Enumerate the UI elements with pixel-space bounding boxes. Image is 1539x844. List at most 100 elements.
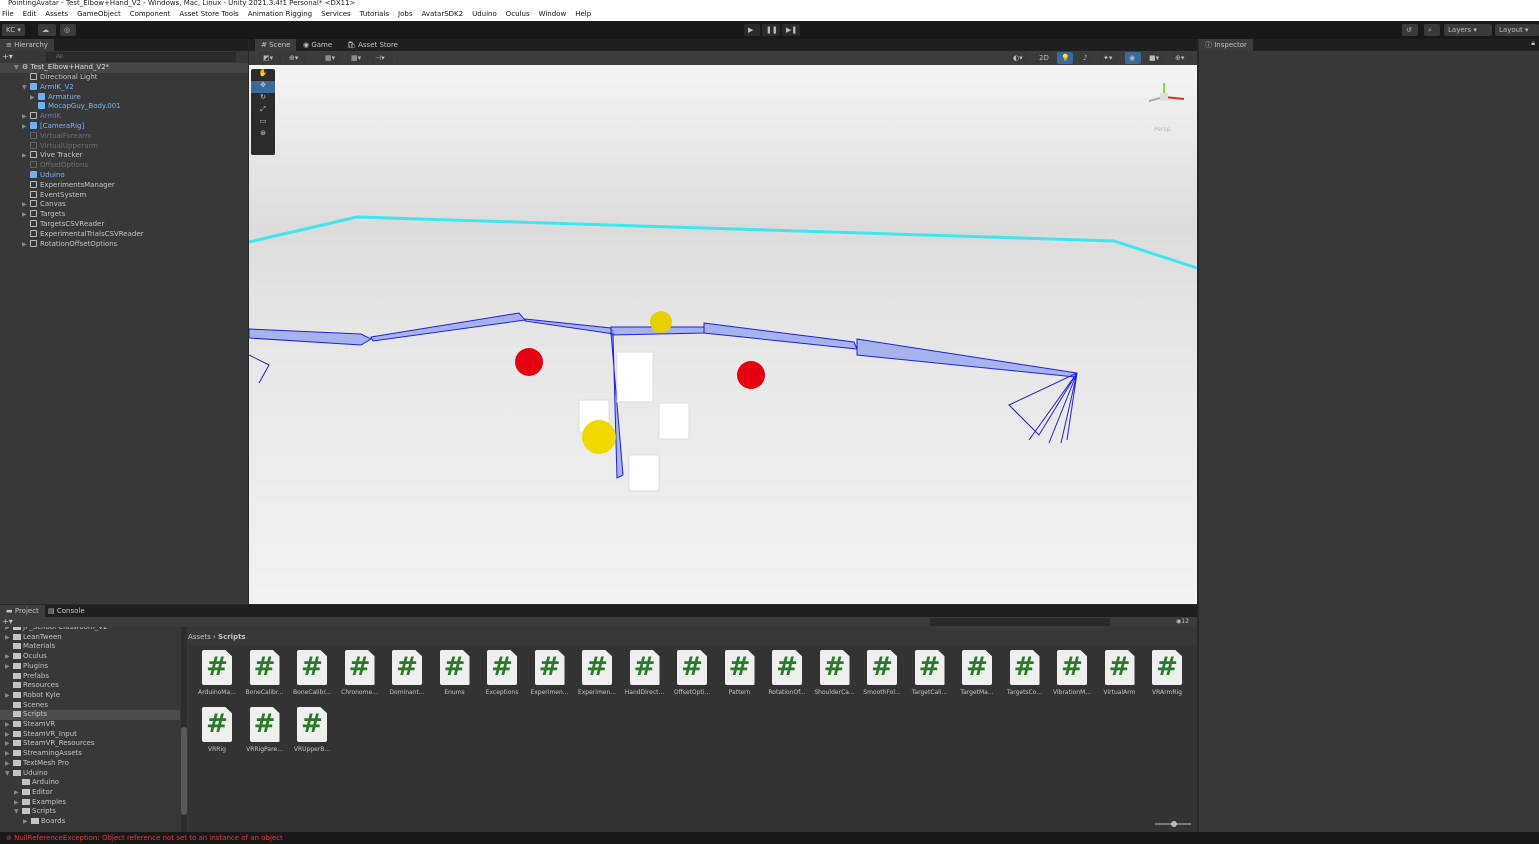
folder-item[interactable]: ▼ Uduino xyxy=(0,769,180,779)
menu-animation-rigging[interactable]: Animation Rigging xyxy=(248,8,312,21)
folder-item[interactable]: Resources xyxy=(0,681,180,691)
script-asset[interactable]: # ShoulderCa... xyxy=(811,650,859,696)
lock-icon[interactable]: 🔒︎ xyxy=(1531,39,1535,48)
folder-item[interactable]: ▶ Plugins xyxy=(0,662,180,672)
expand-arrow-icon[interactable]: ▶ xyxy=(22,200,30,210)
status-bar[interactable]: ⊘ NullReferenceException: Object referen… xyxy=(0,832,1539,844)
align-dropdown[interactable]: ⊣▾ xyxy=(371,52,393,64)
global-toggle[interactable]: ⊕▾ xyxy=(285,52,307,64)
folder-item[interactable]: ▼ Scripts xyxy=(0,807,180,817)
expand-arrow-icon[interactable]: ▶ xyxy=(5,652,13,662)
script-asset[interactable]: # Experimen... xyxy=(526,650,574,696)
expand-arrow-icon[interactable]: ▶ xyxy=(5,720,13,730)
hierarchy-item[interactable]: ▶ Targets xyxy=(0,210,248,220)
expand-arrow-icon[interactable]: ▶ xyxy=(5,739,13,749)
folder-item[interactable]: ▶ Oculus xyxy=(0,652,180,662)
expand-arrow-icon[interactable]: ▼ xyxy=(22,83,30,93)
move-tool[interactable]: ✥ xyxy=(251,81,275,93)
expand-arrow-icon[interactable]: ▶ xyxy=(22,112,30,122)
tab-scene[interactable]: # Scene xyxy=(255,39,297,51)
script-asset[interactable]: # VRUpperB... xyxy=(288,707,336,753)
account-button[interactable]: KC ▾ xyxy=(2,24,25,36)
script-asset[interactable]: # TargetCali... xyxy=(906,650,954,696)
menu-avatarsdk2[interactable]: AvatarSDK2 xyxy=(421,8,463,21)
hidden-packages-count[interactable]: ◉12 xyxy=(1176,617,1189,627)
menu-jobs[interactable]: Jobs xyxy=(398,8,412,21)
expand-arrow-icon[interactable]: ▶ xyxy=(14,788,22,798)
hierarchy-search-input[interactable] xyxy=(46,52,236,62)
script-asset[interactable]: # VRRigPare... xyxy=(241,707,289,753)
grid-snap-dropdown[interactable]: ▦▾ xyxy=(321,52,343,64)
gizmos-dropdown[interactable]: ⊕▾ xyxy=(1171,52,1193,64)
hierarchy-item[interactable]: Directional Light xyxy=(0,73,248,83)
menu-services[interactable]: Services xyxy=(321,8,351,21)
menu-edit[interactable]: Edit xyxy=(23,8,37,21)
folder-item[interactable]: Scripts xyxy=(0,710,180,720)
script-asset[interactable]: # HandDirect... xyxy=(621,650,669,696)
folder-item[interactable]: ▶ StreamingAssets xyxy=(0,749,180,759)
menu-assets[interactable]: Assets xyxy=(45,8,68,21)
history-icon[interactable]: ↺ xyxy=(1402,24,1418,36)
tab-console[interactable]: ▤ Console xyxy=(42,605,91,617)
project-search-input[interactable] xyxy=(930,618,1110,626)
tab-project[interactable]: ▬ Project xyxy=(0,605,45,617)
hierarchy-item[interactable]: ▶ Armature xyxy=(0,92,248,103)
script-asset[interactable]: # BoneCalibr... xyxy=(241,650,289,696)
expand-arrow-icon[interactable]: ▶ xyxy=(22,122,30,132)
folder-item[interactable]: Arduino xyxy=(0,778,180,788)
shading-dropdown[interactable]: ◐▾ xyxy=(1009,52,1029,64)
hierarchy-item[interactable]: OffsetOptions xyxy=(0,161,248,171)
hierarchy-item[interactable]: ▶ RotationOffsetOptions xyxy=(0,239,248,250)
transform-tool[interactable]: ⊛ xyxy=(251,129,275,141)
menu-tutorials[interactable]: Tutorials xyxy=(360,8,389,21)
tab-asset-store[interactable]: 🛍︎ Asset Store xyxy=(341,39,404,51)
script-asset[interactable]: # VibrationM... xyxy=(1048,650,1096,696)
folder-item[interactable]: ▶ Robot Kyle xyxy=(0,691,180,701)
folder-item[interactable]: ▶ SteamVR_Resources xyxy=(0,739,180,749)
script-asset[interactable]: # BoneCalibr... xyxy=(288,650,336,696)
script-asset[interactable]: # Pattern xyxy=(716,650,764,696)
hierarchy-item[interactable]: ▶ Vive Tracker xyxy=(0,151,248,161)
expand-arrow-icon[interactable]: ▶ xyxy=(5,749,13,759)
expand-arrow-icon[interactable]: ▶ xyxy=(5,633,13,643)
folder-item[interactable]: ▶ Editor xyxy=(0,788,180,798)
script-asset[interactable]: # Chronome... xyxy=(336,650,384,696)
script-asset[interactable]: # OffsetOpti... xyxy=(668,650,716,696)
rect-tool[interactable]: ▭ xyxy=(251,117,275,129)
scale-tool[interactable]: ⤢ xyxy=(251,105,275,117)
tab-hierarchy[interactable]: ≡ Hierarchy xyxy=(0,39,54,51)
menu-asset-store-tools[interactable]: Asset Store Tools xyxy=(179,8,238,21)
hierarchy-item[interactable]: MocapGuy_Body.001 xyxy=(0,102,248,112)
script-asset[interactable]: # Exceptions xyxy=(478,650,526,696)
search-icon[interactable]: ⌕ xyxy=(1424,24,1440,36)
hierarchy-item[interactable]: ▶ [CameraRig] xyxy=(0,122,248,132)
hand-tool[interactable]: ✋ xyxy=(251,69,275,81)
cloud-icon[interactable]: ☁ xyxy=(38,24,56,36)
script-asset[interactable]: # TargetsCo... xyxy=(1001,650,1049,696)
tree-scrollbar[interactable] xyxy=(181,627,187,832)
folder-item[interactable]: ▶ Examples xyxy=(0,798,180,808)
hierarchy-item[interactable]: ExperimentsManager xyxy=(0,180,248,191)
rotate-tool[interactable]: ↻ xyxy=(251,93,275,105)
folder-item[interactable]: ▶ SteamVR xyxy=(0,720,180,730)
expand-arrow-icon[interactable]: ▶ xyxy=(14,798,22,808)
add-button[interactable]: +▾ xyxy=(2,52,13,61)
script-asset[interactable]: # SmoothFol... xyxy=(858,650,906,696)
visibility-toggle[interactable]: ◉ xyxy=(1125,52,1141,64)
expand-arrow-icon[interactable]: ▼ xyxy=(14,807,22,817)
script-asset[interactable]: # Dominant... xyxy=(383,650,431,696)
2d-toggle[interactable]: 2D xyxy=(1035,52,1053,64)
script-asset[interactable]: # Experimen... xyxy=(573,650,621,696)
expand-arrow-icon[interactable]: ▶ xyxy=(22,240,30,250)
script-asset[interactable]: # TargetMa... xyxy=(953,650,1001,696)
pause-button[interactable]: ❚❚ xyxy=(762,24,780,36)
script-asset[interactable]: # ArduinoMa... xyxy=(193,650,241,696)
menu-help[interactable]: Help xyxy=(575,8,591,21)
menu-file[interactable]: File xyxy=(2,8,14,21)
expand-arrow-icon[interactable]: ▶ xyxy=(5,730,13,740)
folder-item[interactable]: ▶ Boards xyxy=(0,817,180,827)
hierarchy-item[interactable]: TargetsCSVReader xyxy=(0,220,248,230)
layout-dropdown[interactable]: Layout ▾ xyxy=(1495,24,1539,36)
hierarchy-item[interactable]: EventSystem xyxy=(0,190,248,201)
audio-toggle[interactable]: ♪ xyxy=(1079,52,1095,64)
